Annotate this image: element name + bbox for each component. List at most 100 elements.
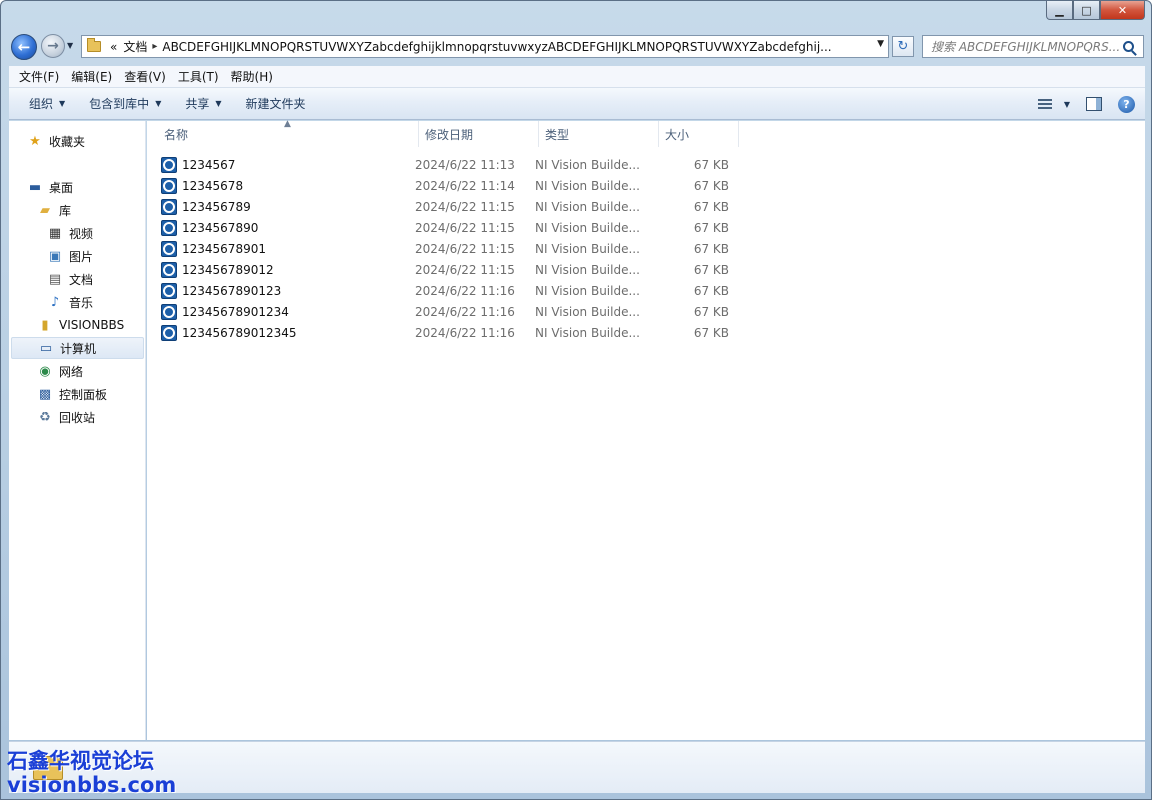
nav-label: 回收站 <box>59 410 96 425</box>
file-date: 2024/6/22 11:13 <box>415 157 515 172</box>
include-in-library-button[interactable]: 包含到库中 ▼ <box>77 88 173 119</box>
file-date: 2024/6/22 11:15 <box>415 241 515 256</box>
table-row[interactable]: 12345678901 2024/6/22 11:15 NI Vision Bu… <box>161 238 881 259</box>
table-row[interactable]: 12345678901234 2024/6/22 11:16 NI Vision… <box>161 301 881 322</box>
video-icon: ▦ <box>48 225 62 241</box>
new-folder-button[interactable]: 新建文件夹 <box>234 88 318 119</box>
file-name: 123456789012 <box>182 262 274 277</box>
file-name: 1234567 <box>182 157 236 172</box>
menu-file[interactable]: 文件(F) <box>13 66 65 88</box>
file-name: 1234567890123 <box>182 283 282 298</box>
file-date: 2024/6/22 11:14 <box>415 178 515 193</box>
file-list: ▲ 名称 修改日期 类型 大小 1234567 2024/6/22 11:13 … <box>147 119 1145 740</box>
chevron-right-icon[interactable]: ▸ <box>150 41 159 52</box>
preview-pane-icon[interactable] <box>1086 97 1102 111</box>
column-header-type[interactable]: 类型 <box>539 121 659 147</box>
address-bar[interactable]: « 文档 ▸ ABCDEFGHIJKLMNOPQRSTUVWXYZabcdefg… <box>81 35 889 58</box>
nav-label: 音乐 <box>69 295 94 310</box>
file-name: 123456789 <box>182 199 251 214</box>
document-icon: ▤ <box>48 271 62 287</box>
maximize-button[interactable]: □ <box>1073 1 1100 20</box>
nav-label: 网络 <box>59 364 84 379</box>
file-name-cell: 123456789012 <box>161 261 415 278</box>
explorer-window: ▁ □ ✕ ← → ▼ « 文档 ▸ ABCDEFGHIJKLMNOPQRSTU… <box>0 0 1152 800</box>
menu-view[interactable]: 查看(V) <box>118 66 172 88</box>
menu-edit[interactable]: 编辑(E) <box>65 66 118 88</box>
address-overflow[interactable]: « <box>107 40 120 54</box>
file-name-cell: 12345678 <box>161 177 415 194</box>
nav-item-documents[interactable]: ▤ 文档 <box>47 268 93 290</box>
file-size: 67 KB <box>693 262 729 277</box>
file-name-cell: 1234567890123 <box>161 282 415 299</box>
table-row[interactable]: 1234567890 2024/6/22 11:15 NI Vision Bui… <box>161 217 881 238</box>
file-type: NI Vision Builde... <box>535 262 640 277</box>
table-row[interactable]: 1234567890123 2024/6/22 11:16 NI Vision … <box>161 280 881 301</box>
help-icon[interactable]: ? <box>1118 95 1135 113</box>
caption-buttons: ▁ □ ✕ <box>1046 1 1145 21</box>
nav-item-computer[interactable]: ▭ 计算机 <box>11 337 144 359</box>
view-list-icon <box>1037 98 1052 110</box>
column-header-name[interactable]: 名称 <box>158 121 419 147</box>
picture-icon: ▣ <box>48 248 62 264</box>
nav-item-desktop[interactable]: ▬ 桌面 <box>27 176 73 198</box>
column-header-size[interactable]: 大小 <box>659 121 739 147</box>
table-row[interactable]: 1234567 2024/6/22 11:13 NI Vision Builde… <box>161 154 881 175</box>
nav-item-music[interactable]: ♪ 音乐 <box>47 291 93 313</box>
table-row[interactable]: 12345678 2024/6/22 11:14 NI Vision Build… <box>161 175 881 196</box>
vision-builder-file-icon <box>161 198 177 215</box>
forward-button[interactable]: → <box>41 34 65 58</box>
nav-item-libraries[interactable]: ▰ 库 <box>37 199 71 221</box>
file-type: NI Vision Builde... <box>535 325 640 340</box>
nav-item-pictures[interactable]: ▣ 图片 <box>47 245 93 267</box>
column-header-date[interactable]: 修改日期 <box>419 121 539 147</box>
refresh-button[interactable]: ↻ <box>892 36 914 57</box>
file-size: 67 KB <box>693 157 729 172</box>
file-name: 123456789012345 <box>182 325 297 340</box>
nav-item-favorites[interactable]: ★ 收藏夹 <box>27 130 85 152</box>
recycle-bin-icon: ♻ <box>39 409 51 425</box>
address-dropdown-icon[interactable]: ▼ <box>877 39 884 49</box>
recent-pages-dropdown-icon[interactable]: ▼ <box>67 41 73 50</box>
nav-item-recycle-bin[interactable]: ♻ 回收站 <box>37 406 95 428</box>
nav-label: 控制面板 <box>59 387 108 402</box>
minimize-button[interactable]: ▁ <box>1046 1 1073 20</box>
chevron-down-icon: ▼ <box>155 99 162 108</box>
star-icon: ★ <box>29 133 41 149</box>
menu-tools[interactable]: 工具(T) <box>172 66 225 88</box>
menu-help[interactable]: 帮助(H) <box>225 66 279 88</box>
address-segment-current[interactable]: ABCDEFGHIJKLMNOPQRSTUVWXYZabcdefghijklmn… <box>159 40 834 54</box>
nav-item-network[interactable]: ◉ 网络 <box>37 360 83 382</box>
library-icon: ▰ <box>40 202 50 218</box>
nav-label: 图片 <box>69 249 94 264</box>
table-row[interactable]: 123456789 2024/6/22 11:15 NI Vision Buil… <box>161 196 881 217</box>
change-view-button[interactable]: ▼ <box>1037 98 1070 110</box>
nav-item-videos[interactable]: ▦ 视频 <box>47 222 93 244</box>
nav-label: 库 <box>59 203 72 218</box>
file-date: 2024/6/22 11:15 <box>415 199 515 214</box>
share-label: 共享 <box>185 97 210 111</box>
file-name: 12345678 <box>182 178 244 193</box>
share-button[interactable]: 共享 ▼ <box>173 88 233 119</box>
nav-label: 桌面 <box>49 180 74 195</box>
search-icon[interactable] <box>1123 41 1134 52</box>
organize-button[interactable]: 组织 ▼ <box>17 88 77 119</box>
address-segment-documents[interactable]: 文档 <box>120 38 150 55</box>
nav-item-control-panel[interactable]: ▩ 控制面板 <box>37 383 107 405</box>
table-row[interactable]: 123456789012 2024/6/22 11:15 NI Vision B… <box>161 259 881 280</box>
column-label: 名称 <box>164 127 189 142</box>
organize-label: 组织 <box>29 97 54 111</box>
music-icon: ♪ <box>50 294 60 310</box>
vision-builder-file-icon <box>161 324 177 341</box>
file-type: NI Vision Builde... <box>535 241 640 256</box>
file-name-cell: 12345678901 <box>161 240 415 257</box>
back-button[interactable]: ← <box>11 34 37 60</box>
close-button[interactable]: ✕ <box>1100 1 1145 20</box>
file-date: 2024/6/22 11:16 <box>415 283 515 298</box>
search-input[interactable] <box>923 36 1119 57</box>
nav-item-visionbbs[interactable]: ▮ VISIONBBS <box>37 314 124 336</box>
search-box <box>922 35 1144 58</box>
file-size: 67 KB <box>693 241 729 256</box>
file-name-cell: 1234567890 <box>161 219 415 236</box>
file-size: 67 KB <box>693 325 729 340</box>
table-row[interactable]: 123456789012345 2024/6/22 11:16 NI Visio… <box>161 322 881 343</box>
